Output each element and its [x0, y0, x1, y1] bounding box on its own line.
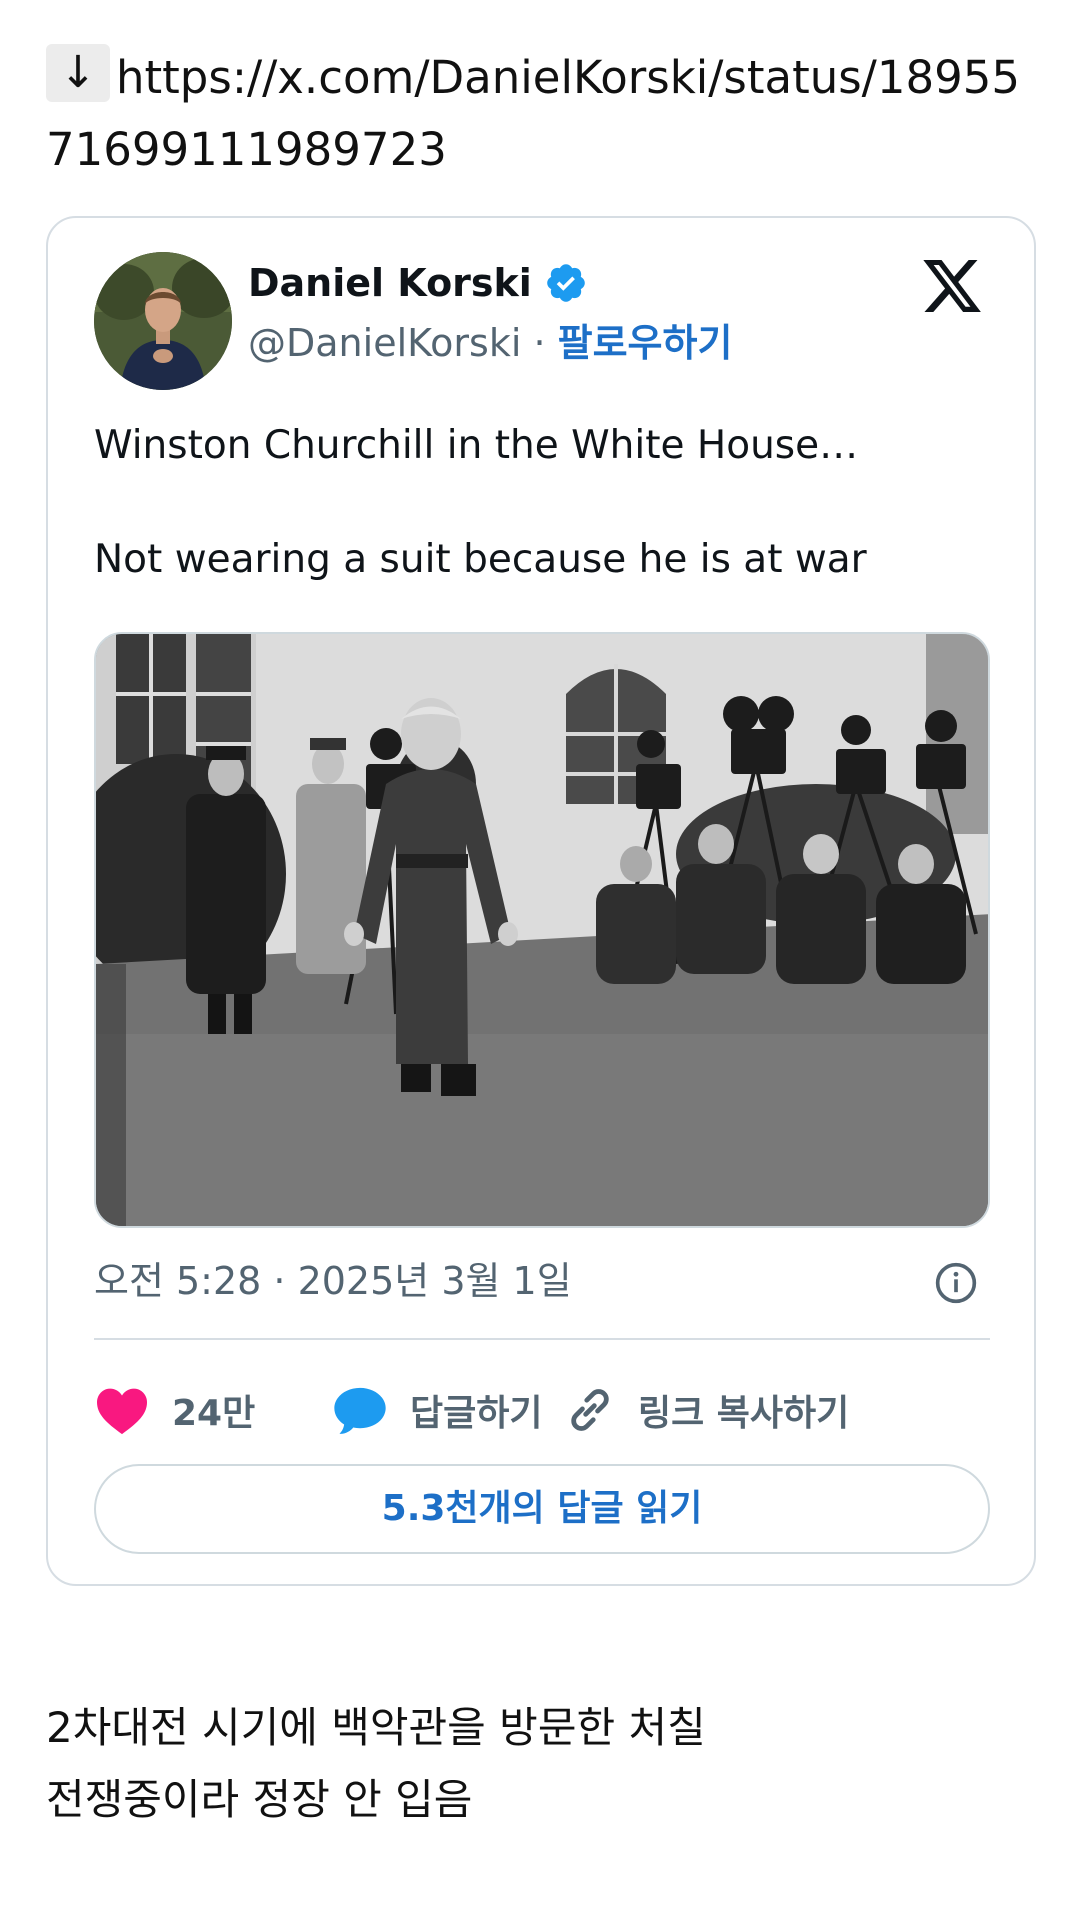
author-handle[interactable]: @DanielKorski: [248, 321, 521, 365]
link-icon: [571, 1389, 609, 1431]
copy-link-label: 링크 복사하기: [638, 1393, 850, 1434]
author-handle-row: @DanielKorski · 팔로우하기: [248, 318, 732, 368]
embedded-tweet-card[interactable]: Daniel Korski @DanielKorski · 팔로우하기 Wins…: [46, 216, 1036, 1586]
x-logo-icon[interactable]: [920, 254, 984, 318]
copy-link-button[interactable]: 링크 복사하기: [564, 1378, 849, 1442]
info-icon[interactable]: [934, 1261, 978, 1305]
read-replies-button[interactable]: 5.3천개의 답글 읽기: [94, 1464, 990, 1554]
divider: [94, 1338, 990, 1340]
follow-button[interactable]: 팔로우하기: [558, 321, 733, 365]
author-display-name[interactable]: Daniel Korski: [248, 258, 588, 308]
verified-badge-icon: [547, 264, 585, 302]
caption-line-1: 2차대전 시기에 백악관을 방문한 처칠: [46, 1703, 706, 1752]
download-arrow-icon: ↓: [46, 44, 110, 102]
like-button[interactable]: 24만: [94, 1378, 255, 1442]
caption-line-2: 전쟁중이라 정장 안 입음: [46, 1775, 473, 1824]
reply-button[interactable]: 답글하기: [332, 1378, 542, 1442]
reply-bubble-icon: [334, 1387, 386, 1434]
likes-count: 24만: [172, 1393, 256, 1434]
reply-label: 답글하기: [410, 1393, 543, 1434]
tweet-text-line-2: Not wearing a suit because he is at war: [94, 537, 867, 582]
avatar[interactable]: [94, 252, 232, 390]
tweet-photo[interactable]: [94, 632, 990, 1228]
tweet-timestamp[interactable]: 오전 5:28 · 2025년 3월 1일: [94, 1256, 572, 1306]
tweet-url-link[interactable]: ↓ https://x.com/DanielKorski/status/18955…: [46, 42, 1036, 186]
tweet-body: Winston Churchill in the White House… No…: [94, 418, 994, 588]
handle-separator: ·: [521, 321, 558, 365]
url-text[interactable]: https://x.com/DanielKorski/status/189557…: [46, 51, 1020, 176]
author-name-text: Daniel Korski: [248, 261, 532, 305]
tweet-text-line-1: Winston Churchill in the White House…: [94, 423, 859, 468]
post-caption: 2차대전 시기에 백악관을 방문한 처칠 전쟁중이라 정장 안 입음: [46, 1692, 706, 1836]
avatar-photo: [94, 252, 232, 390]
heart-icon: [97, 1388, 147, 1435]
churchill-photo: [96, 634, 988, 1226]
tweet-actions: 24만 답글하기 링크 복사하기: [94, 1378, 990, 1442]
